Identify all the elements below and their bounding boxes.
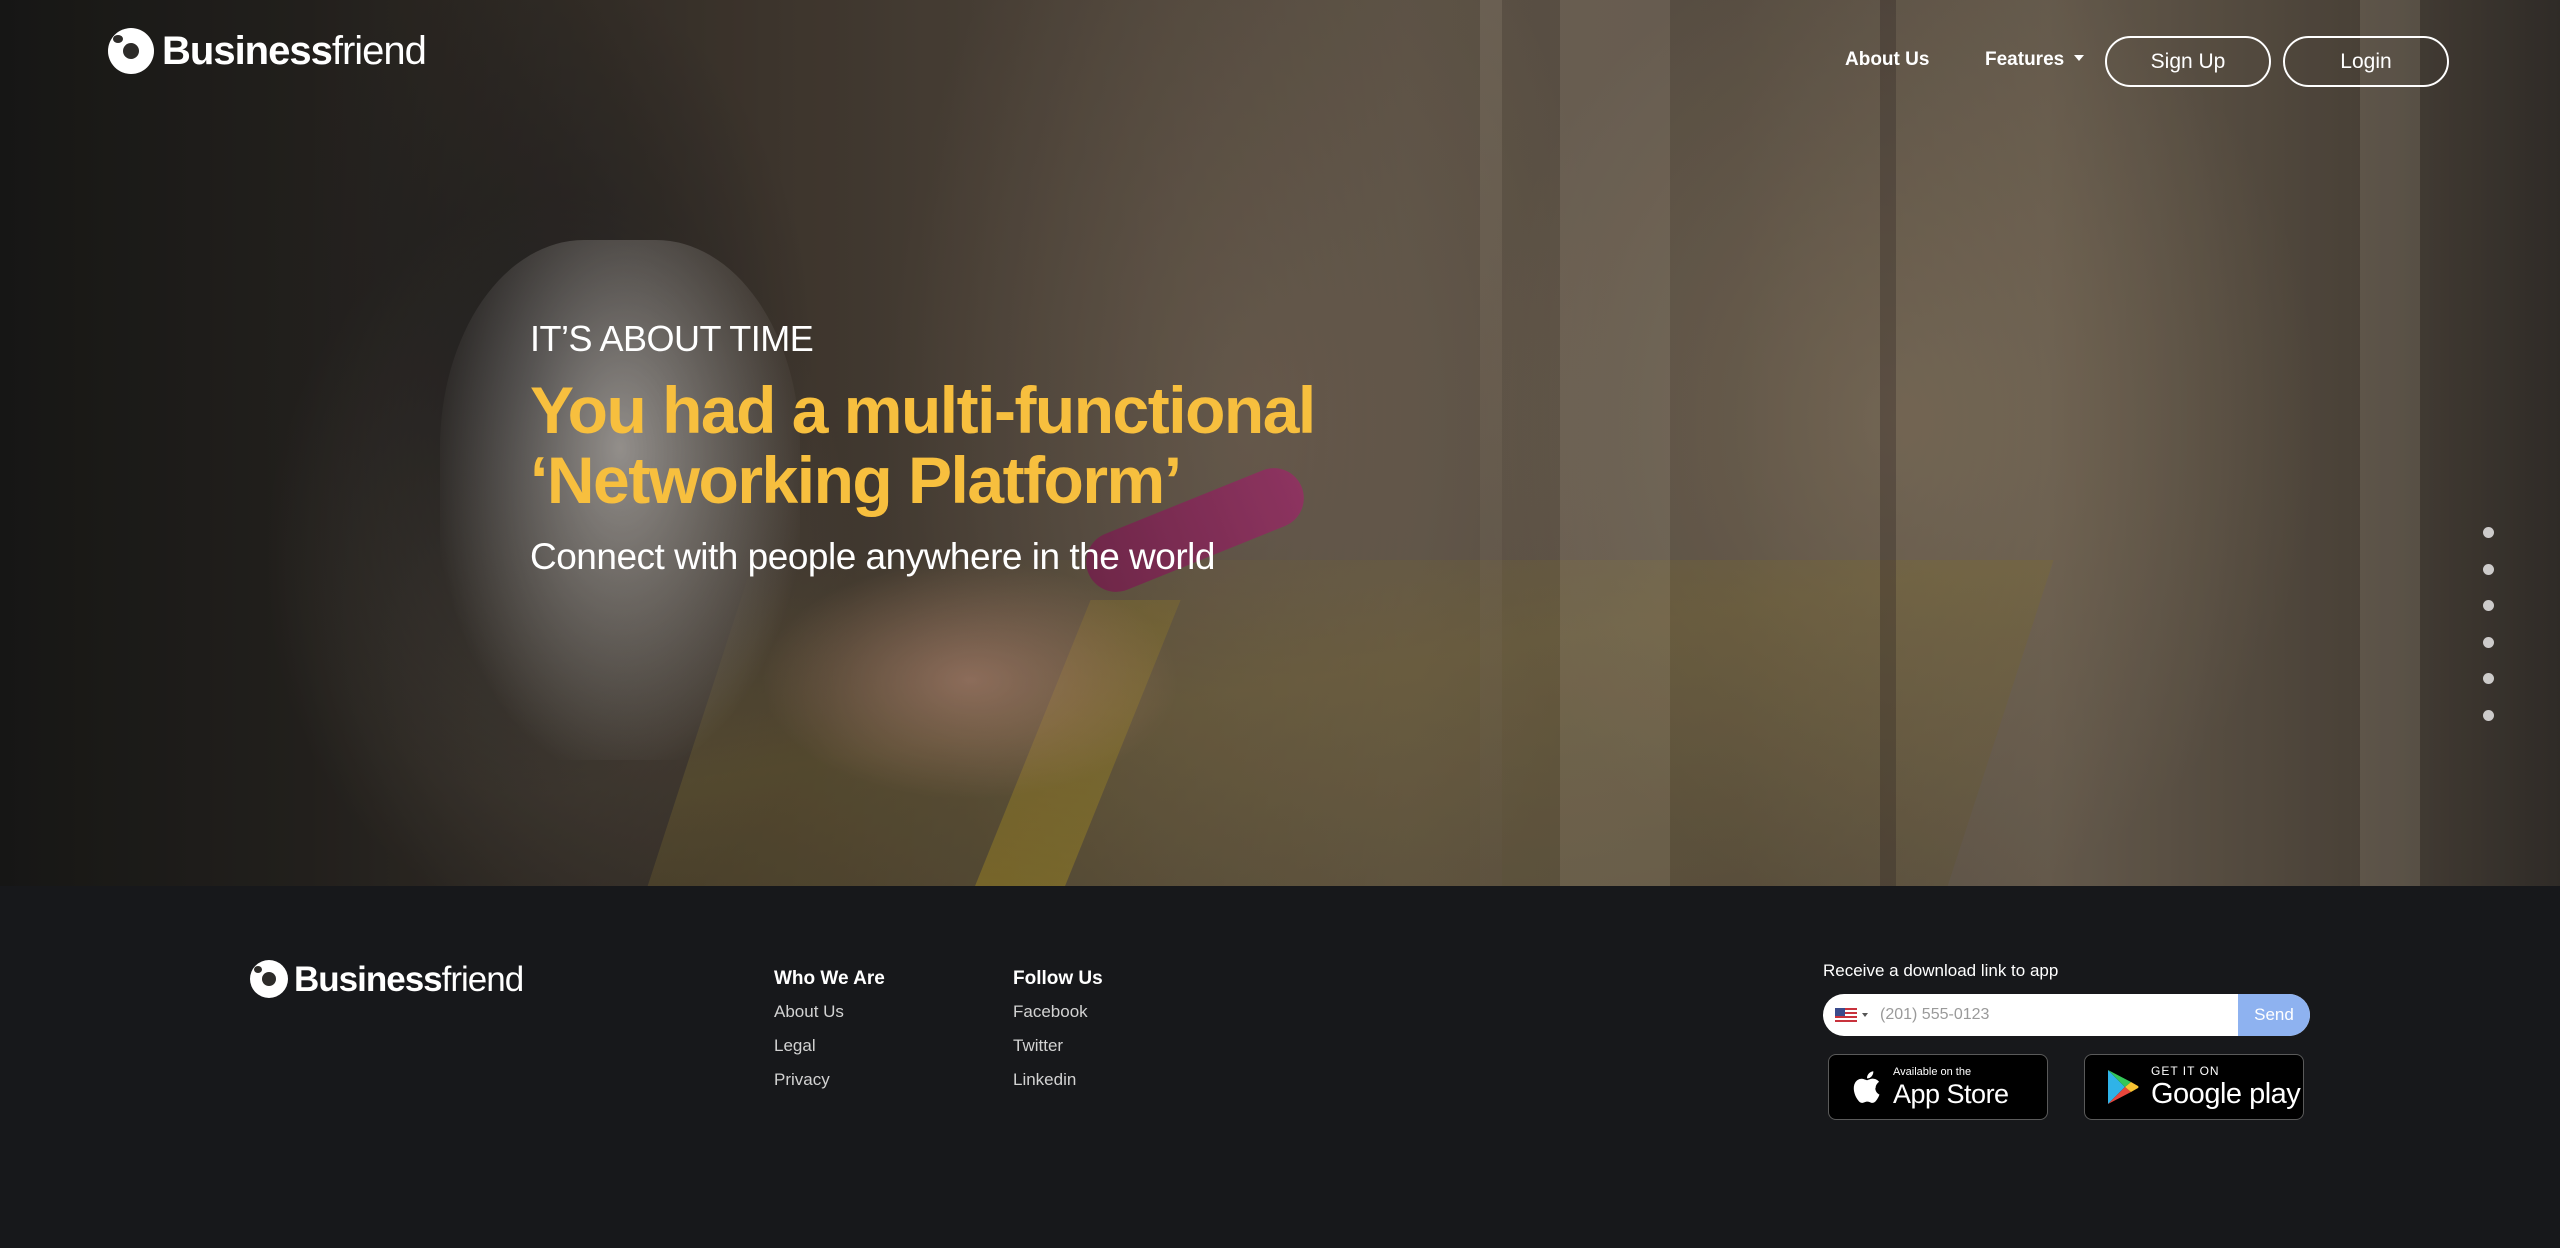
nav-about-us[interactable]: About Us xyxy=(1845,49,1929,71)
slide-dot[interactable] xyxy=(2483,563,2494,575)
footer-heading: Who We Are xyxy=(774,968,885,989)
footer-heading: Follow Us xyxy=(1013,968,1103,989)
phone-number-input[interactable] xyxy=(1878,994,2238,1036)
app-store-small-text: Available on the xyxy=(1893,1065,1972,1078)
google-play-badge[interactable]: GET IT ON Google play xyxy=(2084,1054,2304,1120)
country-selector[interactable] xyxy=(1835,1008,1868,1022)
footer-link-twitter[interactable]: Twitter xyxy=(1013,1036,1103,1056)
app-store-big-text: App Store xyxy=(1893,1078,2009,1109)
footer-link-privacy[interactable]: Privacy xyxy=(774,1070,885,1090)
footer-link-legal[interactable]: Legal xyxy=(774,1036,885,1056)
site-footer: Businessfriend Who We Are About Us Legal… xyxy=(0,886,2560,1248)
brand-logo[interactable]: Businessfriend xyxy=(108,28,427,74)
google-play-small-text: GET IT ON xyxy=(2151,1064,2220,1078)
signup-button[interactable]: Sign Up xyxy=(2105,36,2271,87)
hero-headline-line-2: ‘Networking Platform’ xyxy=(530,443,1182,517)
slide-dot[interactable] xyxy=(2483,673,2494,684)
google-play-icon xyxy=(2107,1069,2139,1105)
logo-mark-icon xyxy=(108,28,154,74)
footer-column-follow-us: Follow Us Facebook Twitter Linkedin xyxy=(1013,968,1103,1104)
download-link-form: Send xyxy=(1823,994,2310,1036)
hero-kicker: IT’S ABOUT TIME xyxy=(530,318,814,359)
google-play-badge-text: GET IT ON Google play xyxy=(2151,1064,2301,1110)
footer-link-about-us[interactable]: About Us xyxy=(774,1002,885,1022)
footer-logo[interactable]: Businessfriend xyxy=(250,959,524,999)
slide-dot[interactable] xyxy=(2483,709,2494,721)
caret-down-icon xyxy=(1862,1013,1868,1017)
nav-features-dropdown[interactable]: Features xyxy=(1985,49,2085,71)
hero-headline-line-1: You had a multi-functional xyxy=(530,373,1316,447)
slide-dot[interactable] xyxy=(2483,636,2494,648)
caret-down-icon xyxy=(2074,54,2085,61)
logo-wordmark: Businessfriend xyxy=(162,29,427,73)
slide-dot[interactable] xyxy=(2483,527,2494,538)
hero-section: Businessfriend About Us Features Sign Up… xyxy=(0,0,2560,886)
footer-link-facebook[interactable]: Facebook xyxy=(1013,1002,1103,1022)
app-store-badge[interactable]: Available on the App Store xyxy=(1828,1054,2048,1120)
footer-link-linkedin[interactable]: Linkedin xyxy=(1013,1070,1103,1090)
hero-headline: You had a multi-functional ‘Networking P… xyxy=(530,375,1430,515)
nav-features-label: Features xyxy=(1985,49,2065,70)
send-button[interactable]: Send xyxy=(2238,994,2310,1036)
app-store-badge-text: Available on the App Store xyxy=(1893,1065,2009,1109)
slide-pager xyxy=(2483,527,2495,746)
us-flag-icon xyxy=(1835,1008,1857,1022)
download-link-label: Receive a download link to app xyxy=(1823,961,2059,980)
logo-wordmark: Businessfriend xyxy=(294,959,524,999)
apple-icon xyxy=(1851,1070,1881,1104)
login-button[interactable]: Login xyxy=(2283,36,2449,87)
slide-dot[interactable] xyxy=(2483,600,2494,611)
google-play-big-text: Google play xyxy=(2151,1078,2301,1110)
logo-mark-icon xyxy=(250,960,288,998)
footer-column-who-we-are: Who We Are About Us Legal Privacy xyxy=(774,968,885,1104)
hero-subheading: Connect with people anywhere in the worl… xyxy=(530,536,1215,577)
